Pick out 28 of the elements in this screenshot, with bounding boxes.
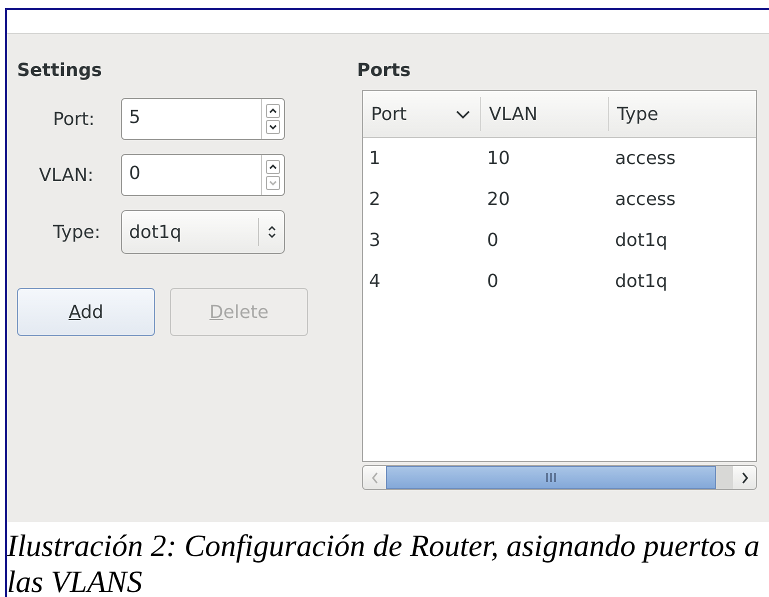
section-title: Settings	[17, 60, 103, 83]
table-cell-text: 3	[368, 230, 382, 251]
type-dropdown[interactable]: dot1q	[121, 210, 285, 254]
table-cell-text: access	[614, 189, 677, 210]
table-cell-text: 0	[486, 271, 500, 292]
updown-icon	[267, 224, 277, 240]
figure-caption: Ilustración 2: Configuración de Router, asignando puertos a las VLANS	[7, 528, 761, 597]
table-cell-text: 20	[486, 189, 511, 210]
column-header[interactable]: VLAN	[481, 97, 609, 131]
column-header[interactable]: Port	[363, 97, 481, 131]
table-cell-text: 0	[486, 230, 500, 251]
field-label: Port:	[53, 108, 96, 130]
field-label: Type:	[53, 222, 102, 242]
table-cell-text: dot1q	[614, 230, 668, 251]
field-label: VLAN:	[39, 164, 95, 186]
table-cell-text: access	[614, 148, 677, 169]
spin-field[interactable]: 5	[121, 98, 285, 140]
grip-icon[interactable]	[545, 473, 557, 482]
section-title: Ports	[357, 60, 412, 83]
table-cell-text: dot1q	[614, 271, 668, 292]
spin-field[interactable]: 0	[121, 154, 285, 196]
table-cell-text: 2	[368, 189, 382, 210]
table-cell-text: 1	[368, 148, 382, 169]
column-header[interactable]: Type	[609, 97, 756, 131]
table-cell-text: 4	[368, 271, 382, 292]
horizontal-scrollbar[interactable]	[362, 465, 757, 490]
table-cell-text: 10	[486, 148, 511, 169]
add-button[interactable]: Add	[17, 288, 155, 336]
